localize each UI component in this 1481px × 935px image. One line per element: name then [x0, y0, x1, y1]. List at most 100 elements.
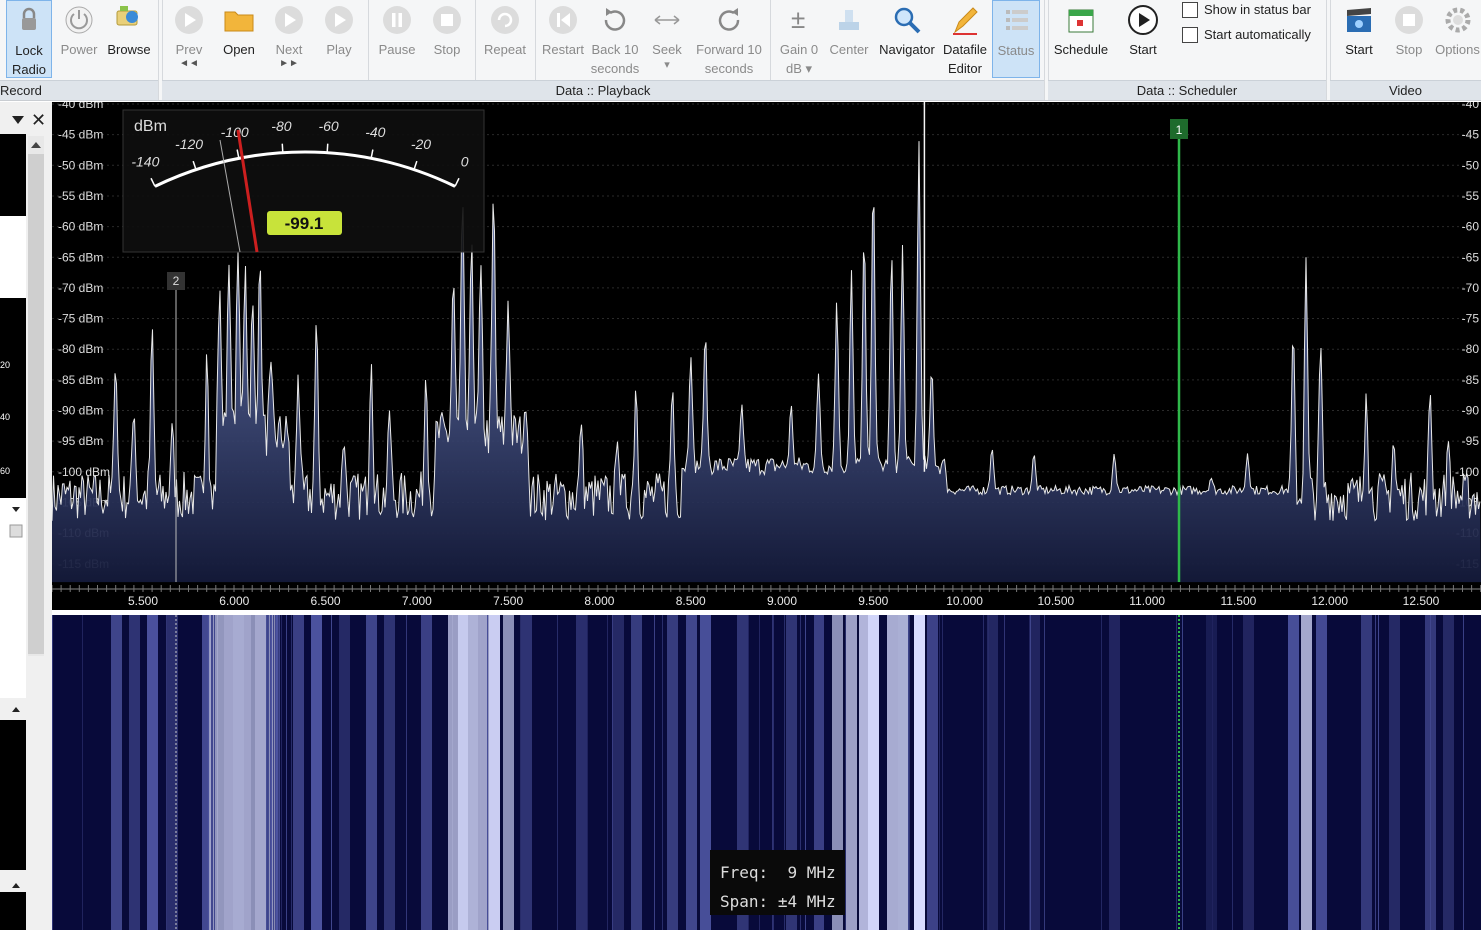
freq-label: 12.000: [1311, 594, 1348, 608]
gain-button[interactable]: ±Gain 0dB ▾: [776, 0, 822, 78]
meter-scale-label: -80: [271, 118, 291, 134]
lock-radio-label: Lock Radio: [7, 41, 51, 79]
db-label-right: -65: [1462, 250, 1480, 264]
stop-button[interactable]: Stop: [424, 0, 470, 59]
sched-start-button[interactable]: Start: [1120, 0, 1166, 59]
db-label-right: -75: [1462, 312, 1480, 326]
magnifier-icon: [876, 0, 938, 40]
navigator-button[interactable]: Navigator: [876, 0, 938, 59]
open-label: Open: [216, 40, 262, 59]
center-icon: [826, 0, 872, 40]
db-label-right: -85: [1462, 373, 1480, 387]
plusminus-icon: ±: [776, 0, 822, 40]
seek-icon: [646, 0, 688, 40]
left-panel: ✕ 20 40 60: [0, 102, 52, 930]
svg-text:±: ±: [791, 4, 805, 34]
fwd10-button[interactable]: Forward 10seconds: [692, 0, 766, 78]
db-label-right: -40: [1462, 102, 1480, 111]
play-button[interactable]: Play: [316, 0, 362, 59]
video-stop-button[interactable]: Stop: [1386, 0, 1432, 59]
db-label: -95 dBm: [58, 434, 103, 448]
back10-label: Back 10: [590, 40, 640, 59]
start-auto-label: Start automatically: [1204, 27, 1311, 42]
play-label: Play: [316, 40, 362, 59]
close-icon[interactable]: ✕: [31, 110, 46, 130]
meter-scale-label: -20: [411, 136, 431, 152]
navigator-label: Navigator: [876, 40, 938, 59]
seek-button[interactable]: Seek▾: [646, 0, 688, 71]
pause-label: Pause: [374, 40, 420, 59]
freq-label: 6.500: [311, 594, 341, 608]
frequency-info-box: Freq: 9 MHz Span: ±4 MHz: [710, 850, 845, 915]
freq-label: 8.500: [676, 594, 706, 608]
scrollbar-thumb[interactable]: [28, 154, 44, 654]
center-button[interactable]: Center: [826, 0, 872, 59]
freq-value: 9 MHz: [787, 863, 835, 882]
schedule-button[interactable]: Schedule: [1052, 0, 1110, 59]
freq-label: 10.500: [1038, 594, 1075, 608]
start-auto-checkbox[interactable]: Start automatically: [1182, 25, 1311, 44]
spectrum-plot[interactable]: -40 dBm-40-45 dBm-45-50 dBm-50-55 dBm-55…: [52, 102, 1481, 612]
freq-label: 10.000: [946, 594, 983, 608]
center-label: Center: [826, 40, 872, 59]
spectrum-display[interactable]: -40 dBm-40-45 dBm-45-50 dBm-50-55 dBm-55…: [52, 102, 1481, 612]
db-label-right: -50: [1462, 158, 1480, 172]
ribbon-separator: [1044, 0, 1045, 100]
next-button[interactable]: Next►►: [266, 0, 312, 69]
video-start-button[interactable]: Start: [1336, 0, 1382, 59]
calendar-icon: [1052, 0, 1110, 40]
back10-label-2: seconds: [590, 59, 640, 78]
seek-label: Seek: [646, 40, 688, 59]
lock-radio-button[interactable]: Lock Radio: [6, 0, 52, 78]
open-button[interactable]: Open: [216, 0, 262, 59]
show-status-checkbox[interactable]: Show in status bar: [1182, 0, 1311, 19]
db-label: -100 dBm: [58, 465, 110, 479]
marker-2-label: 2: [173, 274, 180, 288]
stop-icon: [424, 0, 470, 40]
restart-icon: [540, 0, 586, 40]
repeat-button[interactable]: Repeat: [480, 0, 530, 59]
span-label: Span:: [720, 892, 768, 911]
options-button[interactable]: Options: [1434, 0, 1481, 59]
meter-scale-label: -140: [131, 154, 159, 170]
svg-text:40: 40: [0, 412, 10, 422]
stop-icon: [1386, 0, 1432, 40]
meter-scale-label: -40: [365, 124, 385, 140]
status-icon: [993, 1, 1039, 41]
play-icon: [316, 0, 362, 40]
prev-sub-icon: ◄◄: [166, 59, 212, 69]
freq-label: 9.000: [767, 594, 797, 608]
schedule-label: Schedule: [1052, 40, 1110, 59]
meter-unit: dBm: [134, 118, 167, 135]
restart-button[interactable]: Restart: [540, 0, 586, 59]
power-label: Power: [56, 40, 102, 59]
browse-button[interactable]: Browse: [104, 0, 154, 59]
power-button[interactable]: Power: [56, 0, 102, 59]
start-circle-icon: [1120, 0, 1166, 40]
freq-label: 11.000: [1129, 594, 1165, 608]
pencil-icon: [940, 0, 990, 40]
status-button[interactable]: Status: [992, 0, 1040, 78]
freq-label: 8.000: [584, 594, 614, 608]
next-label: Next: [266, 40, 312, 59]
meter-scale-label: -60: [318, 118, 338, 134]
prev-label: Prev: [166, 40, 212, 59]
db-label: -85 dBm: [58, 373, 103, 387]
pause-button[interactable]: Pause: [374, 0, 420, 59]
next-sub-icon: ►►: [266, 59, 312, 69]
ribbon-group-label: Data :: Playback: [162, 80, 1044, 100]
db-label-right: -80: [1462, 342, 1480, 356]
back10-button[interactable]: Back 10seconds: [590, 0, 640, 78]
checkbox-box[interactable]: [1182, 27, 1198, 43]
prev-button[interactable]: Prev◄◄: [166, 0, 212, 69]
checkbox-box[interactable]: [1182, 2, 1198, 18]
play-prev-icon: [166, 0, 212, 40]
repeat-label: Repeat: [480, 40, 530, 59]
options-label: Options: [1434, 40, 1481, 59]
meter-value: -99.1: [285, 214, 324, 233]
browse-label: Browse: [104, 40, 154, 59]
datafile-button[interactable]: DatafileEditor: [940, 0, 990, 78]
pause-icon: [374, 0, 420, 40]
db-label-right: -60: [1462, 220, 1480, 234]
status-label: Status: [993, 41, 1039, 60]
